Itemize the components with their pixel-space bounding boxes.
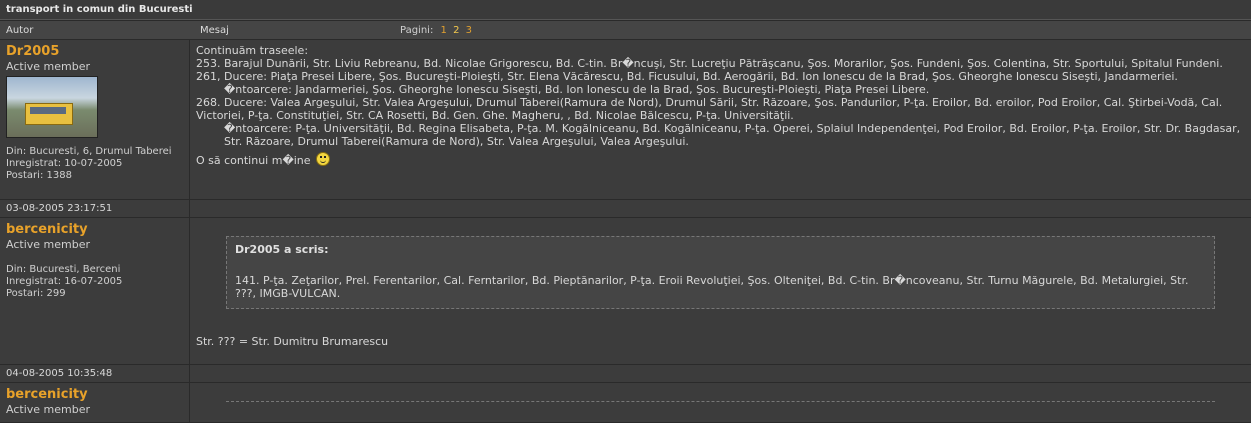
pagination: Pagini: 1 2 3 [400,25,1251,36]
post-line-closing: O să continui m�ine [196,152,1245,167]
smiley-icon [316,152,331,166]
page-link-3[interactable]: 3 [466,25,472,36]
post-line: O să continui m�ine [196,154,311,167]
post-body [190,383,1251,422]
post-author-panel: bercenicity Active member [0,383,190,422]
post-author-panel: Dr2005 Active member Din: Bucuresti, 6, … [0,40,190,199]
user-rank: Active member [6,238,90,251]
user-location: Din: Bucuresti, 6, Drumul Taberei [6,146,172,157]
pages-label: Pagini: [400,24,434,36]
topic-title: transport in comun din Bucuresti [6,4,193,15]
post-text: Str. ??? = Str. Dumitru Brumarescu [196,335,389,348]
post: Dr2005 Active member Din: Bucuresti, 6, … [0,40,1251,200]
username[interactable]: bercenicity [6,222,183,237]
post-line: 253. Barajul Dunării, Str. Liviu Rebrean… [196,57,1223,70]
post-date: 04-08-2005 10:35:48 [0,365,190,382]
username[interactable]: bercenicity [6,387,183,402]
post-author-panel: bercenicity Active member Din: Bucuresti… [0,218,190,364]
quote-block: Dr2005 a scris: 141. P-ţa. Zeţarilor, Pr… [226,236,1215,309]
page-link-2[interactable]: 2 [453,25,459,36]
user-registered: Inregistrat: 10-07-2005 [6,158,123,169]
post-line: 268. Ducere: Valea Argeşului, Str. Valea… [196,96,1223,122]
post-body: Dr2005 a scris: 141. P-ţa. Zeţarilor, Pr… [190,218,1251,364]
quote-author: Dr2005 a scris: [235,243,329,256]
user-post-count: Postari: 1388 [6,170,72,181]
user-location: Din: Bucuresti, Berceni [6,264,121,275]
post: bercenicity Active member Din: Bucuresti… [0,218,1251,365]
user-rank: Active member [6,403,90,416]
topic-title-bar: transport in comun din Bucuresti [0,0,1251,20]
post-body: Continuăm traseele: 253. Barajul Dunării… [190,40,1251,199]
username[interactable]: Dr2005 [6,44,183,59]
user-post-count: Postari: 299 [6,288,66,299]
post-line: Continuăm traseele: [196,44,309,57]
post-line: �ntoarcere: Jandarmeriei, Şos. Gheorghe … [224,83,930,96]
post-date-bar: 04-08-2005 10:35:48 [0,365,1251,383]
post-line: �ntoarcere: P-ţa. Universităţii, Bd. Reg… [224,122,1241,148]
post-line: 261, Ducere: Piaţa Presei Libere, Şos. B… [196,70,1178,83]
user-rank: Active member [6,60,90,73]
avatar [6,76,98,138]
post: bercenicity Active member [0,383,1251,423]
table-header: Autor Mesaj Pagini: 1 2 3 [0,20,1251,40]
header-message: Mesaj [200,24,229,36]
page-link-1[interactable]: 1 [441,25,447,36]
post-date-bar: 03-08-2005 23:17:51 [0,200,1251,218]
header-author: Autor [6,24,34,36]
user-registered: Inregistrat: 16-07-2005 [6,276,123,287]
quote-text: 141. P-ţa. Zeţarilor, Prel. Ferentarilor… [235,274,1189,300]
post-date: 03-08-2005 23:17:51 [0,200,190,217]
